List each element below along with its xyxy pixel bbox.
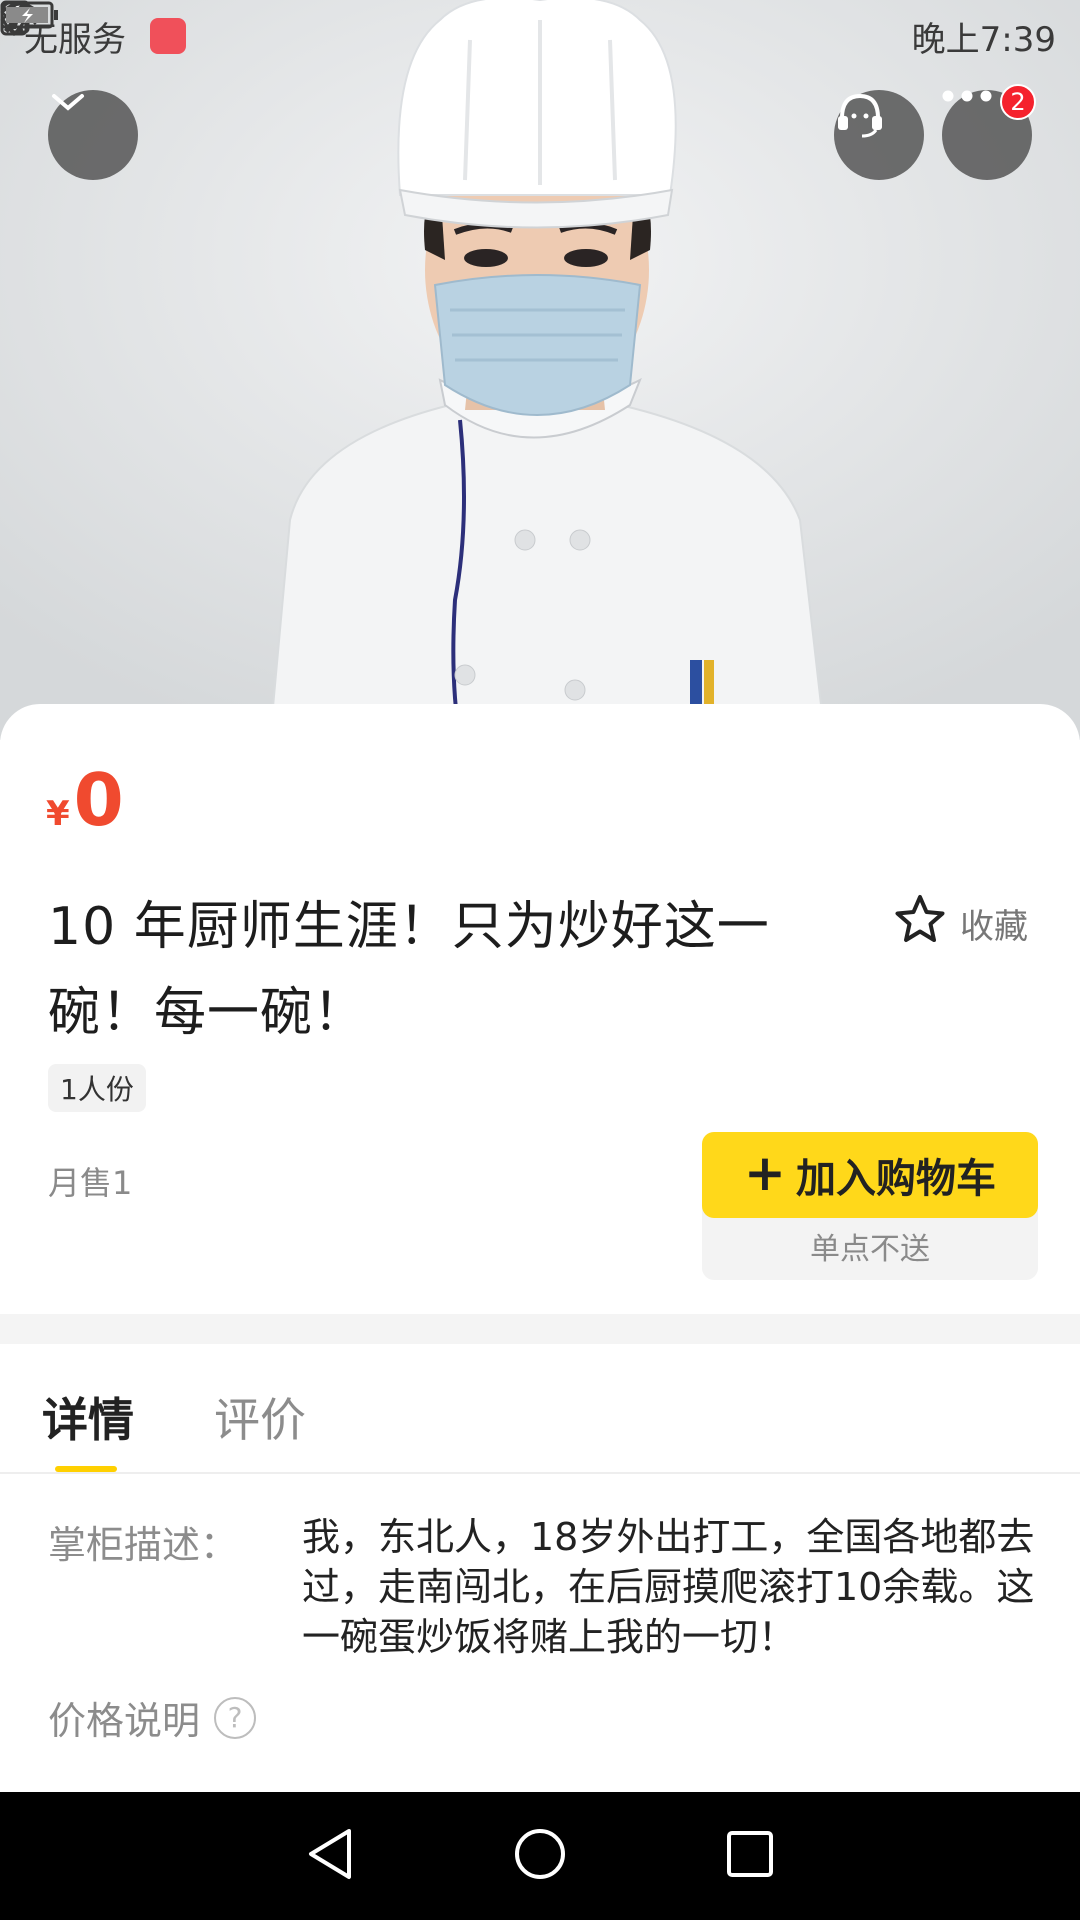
price: ¥ 0 <box>46 764 124 836</box>
star-icon <box>894 894 946 953</box>
home-button[interactable] <box>510 1826 570 1886</box>
more-button[interactable]: 2 <box>942 84 1036 180</box>
question-icon: ? <box>214 1696 257 1739</box>
system-nav-bar <box>0 1792 1080 1920</box>
add-to-cart-label: 加入购物车 <box>795 1156 996 1202</box>
tab-reviews[interactable]: 评价 <box>214 1384 306 1450</box>
recents-button[interactable] <box>720 1826 780 1886</box>
home-circle-icon <box>513 1827 567 1885</box>
notification-badge: 2 <box>1000 84 1036 120</box>
tab-details[interactable]: 详情 <box>42 1384 134 1450</box>
huawei-app-icon <box>3 3 186 54</box>
recents-square-icon <box>725 1829 775 1883</box>
back-button[interactable] <box>300 1826 360 1886</box>
tab-active-indicator <box>55 1466 117 1472</box>
currency-symbol: ¥ <box>46 794 70 834</box>
cart-area: + 加入购物车 单点不送 <box>702 1132 1038 1280</box>
section-divider <box>0 1314 1080 1344</box>
clock-text: 晚上7:39 <box>911 19 1056 60</box>
description-text: 我，东北人，18岁外出打工，全国各地都去过，走南闯北，在后厨摸爬滚打10余载。这… <box>302 1515 1035 1659</box>
favorite-label: 收藏 <box>960 907 1028 947</box>
product-title: 10 年厨师生涯！只为炒好这一碗！每一碗！ <box>48 897 770 1043</box>
product-photo: 无服务 晚上7:39 2 <box>0 0 1080 740</box>
tab-bar: 详情 评价 <box>0 1344 1080 1474</box>
product-detail-page: 无服务 晚上7:39 2 ¥ 0 10 年厨师生涯！只为炒好这一碗！每一碗！ 收… <box>0 0 1080 1920</box>
status-right: 晚上7:39 <box>0 0 1056 61</box>
price-note-label: 价格说明 <box>48 1699 201 1743</box>
status-bar: 无服务 晚上7:39 <box>0 0 1080 72</box>
customer-service-button[interactable] <box>834 90 924 180</box>
product-card: ¥ 0 10 年厨师生涯！只为炒好这一碗！每一碗！ 收藏 1人份 月售1 + 加… <box>0 704 1080 1792</box>
price-value: 0 <box>73 758 124 842</box>
favorite-button[interactable]: 收藏 <box>894 894 1028 953</box>
description-label: 掌柜描述： <box>48 1523 239 1567</box>
collapse-button[interactable] <box>48 90 138 180</box>
cart-note: 单点不送 <box>810 1232 930 1267</box>
add-to-cart-button[interactable]: + 加入购物车 <box>702 1132 1038 1218</box>
plus-icon: + <box>744 1144 786 1202</box>
back-triangle-icon <box>305 1827 355 1885</box>
chef-illustration <box>0 0 1080 740</box>
monthly-sales: 月售1 <box>48 1164 133 1202</box>
price-note-button[interactable]: 价格说明 ? <box>48 1690 257 1745</box>
portion-tag: 1人份 <box>48 1064 146 1112</box>
